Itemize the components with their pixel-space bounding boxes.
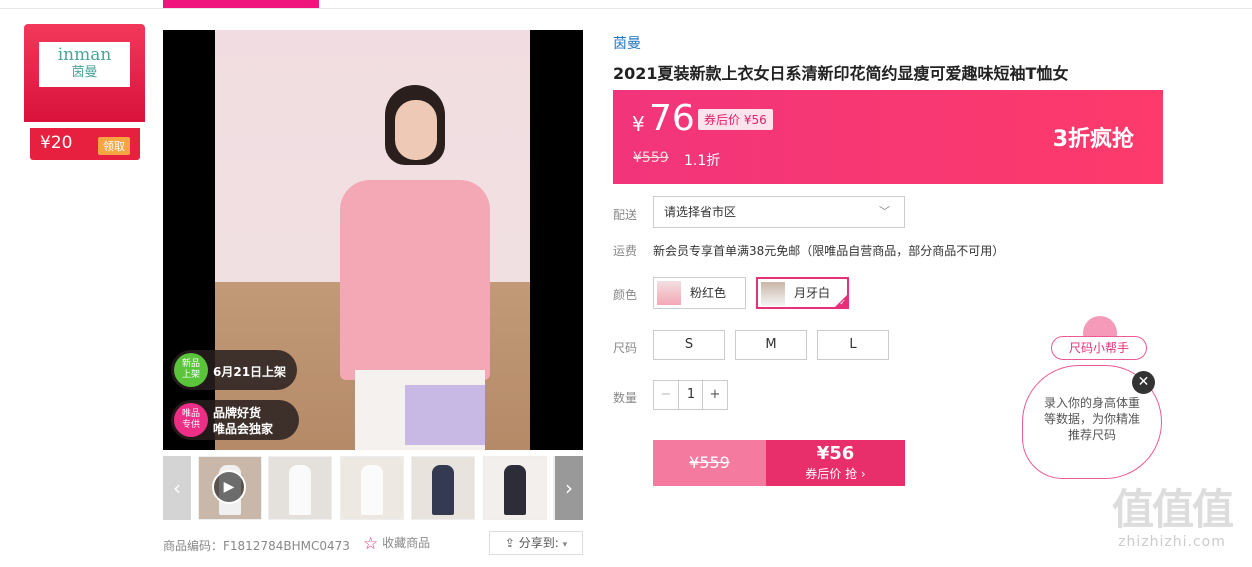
vip-exclusive-text: 品牌好货 唯品会独家 [213,405,273,437]
color-option-pink[interactable]: 粉红色 [653,277,746,309]
star-icon: ☆ [363,534,379,554]
top-divider [0,8,1252,9]
claim-coupon-button[interactable]: 领取 [98,137,130,155]
vip-exclusive-icon: 唯品 专供 [174,403,208,437]
buy-original-price: ¥559 [689,453,730,472]
thumb-prev-icon[interactable]: ‹ [163,456,191,520]
current-price: 76 [649,98,695,139]
color-swatch [657,281,681,305]
color-option-label: 粉红色 [690,286,727,300]
promo-banner: 3折疯抢 [1052,127,1134,152]
quantity-input[interactable]: 1 [679,381,703,409]
size-option-m[interactable]: M [735,330,807,360]
shipping-fee-label: 运费 [613,244,638,258]
favorite-button[interactable]: ☆ 收藏商品 [363,534,430,554]
new-arrival-icon: 新品 上架 [174,353,208,387]
play-icon[interactable]: ▶ [212,470,246,504]
active-nav-indicator [163,0,319,8]
size-helper-tag[interactable]: 尺码小帮手 [1051,336,1147,360]
region-select-value: 请选择省市区 [664,205,737,219]
vip-line-2: 唯品会独家 [213,422,274,436]
size-helper-text: 录入你的身高体重等数据，为你精准推荐尺码 [1043,396,1140,442]
thumb-figure [432,465,454,515]
close-icon[interactable]: ✕ [1132,371,1155,394]
decrease-button[interactable]: − [654,381,679,409]
size-label: 尺码 [613,341,638,355]
buy-action-label: 券后价 抢 › [805,467,866,481]
checkmark-icon: ✓ [839,298,846,307]
coupon-strip: ¥20 领取 [30,128,140,160]
coupon-amount: ¥20 [40,133,73,153]
logo-text-cn: 茵曼 [71,65,98,80]
after-coupon-price: 券后价 ¥56 [698,109,773,130]
new-arrival-badge: 新品 上架 6月21日上架 [171,350,297,390]
model-shirt [340,180,490,380]
region-select[interactable]: 请选择省市区 ﹀ [653,196,905,228]
product-title: 2021夏装新款上衣女日系清新印花简约显瘦可爱趣味短袖T恤女 [613,64,1069,83]
share-button[interactable]: ⇪ 分享到: ▾ [489,531,583,555]
color-swatch [761,282,785,306]
new-arrival-date: 6月21日上架 [213,365,287,379]
product-meta: 商品编码：F1812784BHMC0473 ☆ 收藏商品 ⇪ 分享到: ▾ [163,531,583,558]
color-label: 颜色 [613,288,638,302]
thumbnail-strip: ‹ ▶ › [163,456,583,520]
logo-text-en: inman [57,45,112,65]
buy-now-button[interactable]: ¥56 券后价 抢 › [766,440,905,486]
thumbnail-item[interactable] [268,456,332,520]
vip-exclusive-icon-text: 唯品 专供 [181,409,200,430]
buy-price: ¥56 [816,443,855,464]
share-icon: ⇪ [504,536,515,550]
main-product-image[interactable]: 新品 上架 6月21日上架 唯品 专供 品牌好货 唯品会独家 [163,30,583,450]
coupon-card: inman 茵曼 [24,24,145,122]
chevron-down-icon: ﹀ [879,205,890,218]
share-label: 分享到: [518,536,559,550]
discount-rate: 1.1折 [684,153,721,169]
thumbnail-item[interactable] [411,456,475,520]
quantity-label: 数量 [613,391,638,405]
brand-coupon[interactable]: inman 茵曼 ¥20 领取 [24,24,145,160]
brand-link[interactable]: 茵曼 [613,33,641,53]
increase-button[interactable]: + [702,381,727,409]
product-code: 商品编码：F1812784BHMC0473 [163,539,350,553]
thumbnail-item[interactable] [483,456,547,520]
thumbnail-video[interactable]: ▶ [198,456,262,520]
new-arrival-icon-text: 新品 上架 [181,359,200,380]
favorite-label: 收藏商品 [382,536,431,550]
price-panel: ¥ 76 券后价 ¥56 ¥559 1.1折 3折疯抢 [613,90,1163,184]
size-option-l[interactable]: L [817,330,889,360]
thumb-figure [504,465,526,515]
currency-symbol: ¥ [632,112,645,136]
original-price-button[interactable]: ¥559 [653,440,766,486]
vip-line-1: 品牌好货 [213,406,262,420]
thumbnail-item[interactable] [340,456,404,520]
share-dropdown-icon: ▾ [562,540,568,550]
watermark-logo: 值值值 [1111,485,1234,534]
color-option-label: 月牙白 [794,286,831,300]
vip-exclusive-badge: 唯品 专供 品牌好货 唯品会独家 [171,400,299,440]
site-watermark: 值值值 zhizhizhi.com [1102,486,1242,564]
inman-logo: inman 茵曼 [39,42,130,87]
model-book [405,385,485,445]
watermark-url: zhizhizhi.com [1118,534,1226,550]
quantity-stepper: − 1 + [653,380,728,410]
shipping-label: 配送 [613,208,638,222]
thumb-figure [361,465,383,515]
color-option-white[interactable]: 月牙白 ✓ [756,277,849,309]
size-option-s[interactable]: S [653,330,725,360]
thumb-figure [289,465,311,515]
original-price: ¥559 [633,150,669,166]
model-face [395,100,437,160]
shipping-fee-text: 新会员专享首单满38元免邮（限唯品自营商品，部分商品不可用） [653,244,1005,258]
thumb-next-icon[interactable]: › [555,456,583,520]
